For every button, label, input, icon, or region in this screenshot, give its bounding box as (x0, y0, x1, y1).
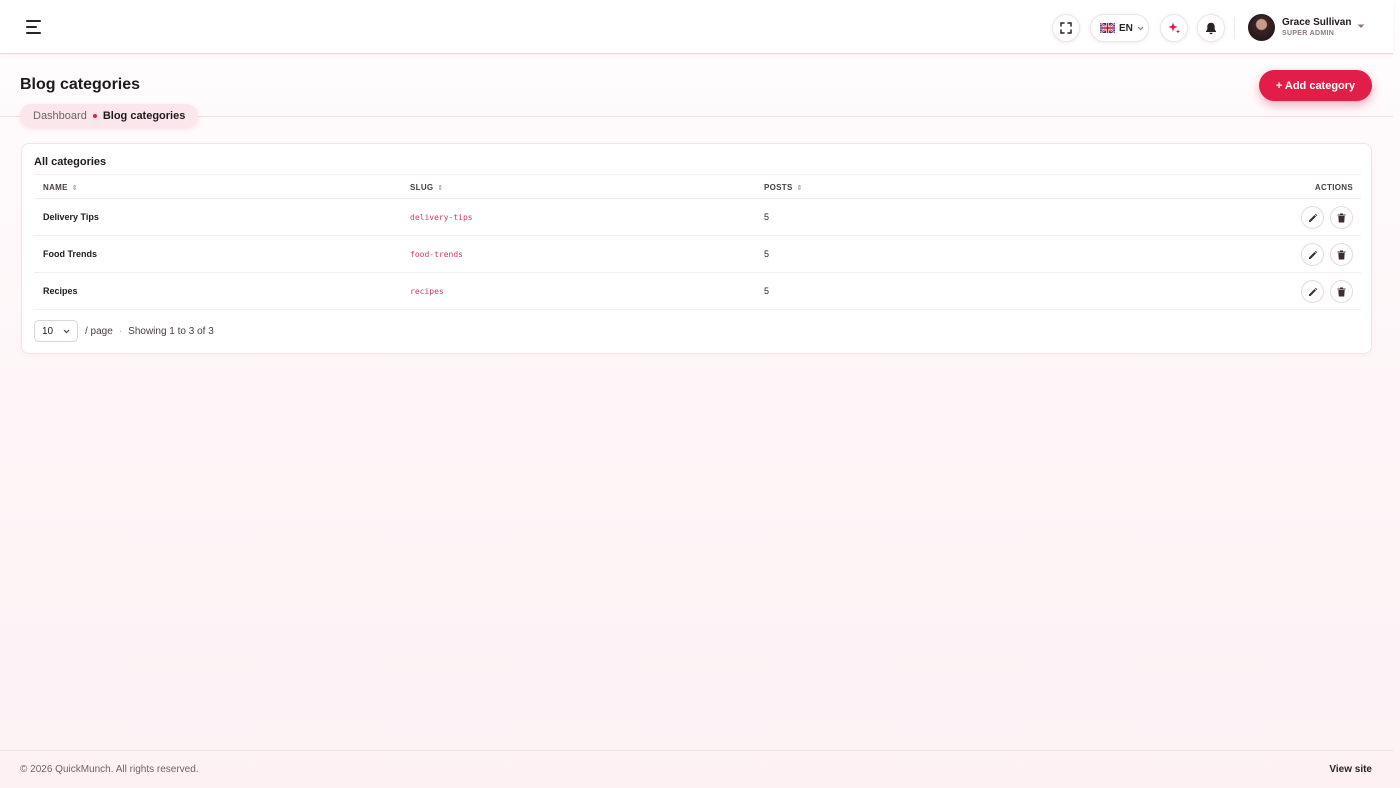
table-header: NAME ⇕ SLUG ⇕ POSTS ⇕ ACTIONS (34, 174, 1361, 199)
category-name: Recipes (43, 286, 78, 296)
user-menu[interactable]: Grace Sullivan SUPER ADMIN (1248, 13, 1351, 41)
sort-icon: ⇕ (796, 184, 803, 192)
top-bar: EN Grace Sullivan SUPER ADMIN (0, 0, 1393, 54)
pagination-separator: · (118, 325, 123, 337)
row-actions (1301, 280, 1353, 303)
category-slug: food-trends (410, 250, 463, 259)
chevron-down-icon (63, 329, 70, 333)
category-slug: delivery-tips (410, 213, 473, 222)
user-name: Grace Sullivan (1282, 16, 1352, 28)
category-posts-count: 5 (764, 286, 770, 296)
footer-copyright: © 2026 QuickMunch. All rights reserved. (20, 764, 199, 775)
category-slug: recipes (410, 287, 444, 296)
category-posts-count: 5 (764, 212, 770, 222)
column-label-name: NAME (43, 183, 68, 192)
category-name: Food Trends (43, 249, 97, 259)
breadcrumb-separator (92, 113, 97, 118)
categories-card: All categories NAME ⇕ SLUG ⇕ POSTS ⇕ ACT… (21, 143, 1372, 354)
pencil-icon (1308, 213, 1317, 222)
card-title: All categories (34, 156, 107, 168)
column-label-slug: SLUG (410, 183, 434, 192)
add-category-button[interactable]: + Add category (1259, 70, 1372, 101)
categories-table: NAME ⇕ SLUG ⇕ POSTS ⇕ ACTIONS Delivery T… (34, 174, 1361, 310)
pagination-summary: Showing 1 to 3 of 3 (128, 325, 214, 337)
column-header-name[interactable]: NAME ⇕ (43, 183, 78, 192)
bell-icon (1206, 22, 1216, 34)
user-info: Grace Sullivan SUPER ADMIN (1282, 16, 1351, 39)
language-code: EN (1119, 22, 1133, 34)
column-header-posts[interactable]: POSTS ⇕ (764, 183, 803, 192)
fullscreen-button[interactable] (1052, 14, 1080, 42)
header-divider (1234, 17, 1235, 39)
avatar (1248, 13, 1275, 41)
table-row: Delivery Tips delivery-tips 5 (34, 199, 1361, 236)
column-header-actions: ACTIONS (1315, 183, 1353, 192)
uk-flag-icon (1100, 23, 1115, 33)
row-actions (1301, 243, 1353, 266)
category-name: Delivery Tips (43, 212, 99, 222)
page-size-select[interactable]: 10 (34, 320, 78, 342)
ai-assistant-button[interactable] (1160, 14, 1188, 42)
column-label-posts: POSTS (764, 183, 793, 192)
footer-divider (0, 750, 1393, 751)
table-row: Food Trends food-trends 5 (34, 236, 1361, 273)
breadcrumb-dashboard-link[interactable]: Dashboard (33, 110, 87, 122)
page-size-value: 10 (42, 325, 54, 337)
pencil-icon (1308, 287, 1317, 296)
delete-button[interactable] (1330, 280, 1353, 303)
column-header-slug[interactable]: SLUG ⇕ (410, 183, 444, 192)
row-actions (1301, 206, 1353, 229)
pencil-icon (1308, 250, 1317, 259)
hamburger-menu-icon[interactable] (26, 20, 44, 34)
breadcrumb: Dashboard Blog categories (20, 104, 199, 127)
view-site-link[interactable]: View site (1329, 764, 1372, 775)
sort-icon: ⇕ (71, 184, 78, 192)
delete-button[interactable] (1330, 206, 1353, 229)
sparkle-icon (1168, 22, 1180, 34)
trash-icon (1337, 287, 1346, 296)
category-posts-count: 5 (764, 249, 770, 259)
notifications-button[interactable] (1197, 14, 1225, 42)
breadcrumb-divider (0, 116, 1393, 117)
trash-icon (1337, 250, 1346, 259)
table-row: Recipes recipes 5 (34, 273, 1361, 310)
language-switcher[interactable]: EN (1090, 14, 1149, 42)
user-role: SUPER ADMIN (1282, 29, 1335, 37)
per-page-label: / page (85, 325, 113, 337)
trash-icon (1337, 213, 1346, 222)
page-title: Blog categories (20, 76, 141, 93)
pagination: 10 / page · Showing 1 to 3 of 3 (34, 320, 214, 342)
edit-button[interactable] (1301, 280, 1324, 303)
delete-button[interactable] (1330, 243, 1353, 266)
chevron-down-icon (1137, 26, 1144, 30)
fullscreen-icon (1060, 22, 1072, 34)
sort-icon: ⇕ (437, 184, 444, 192)
caret-down-icon[interactable] (1357, 24, 1365, 29)
edit-button[interactable] (1301, 206, 1324, 229)
column-label-actions: ACTIONS (1314, 183, 1353, 192)
breadcrumb-current: Blog categories (102, 109, 186, 122)
edit-button[interactable] (1301, 243, 1324, 266)
